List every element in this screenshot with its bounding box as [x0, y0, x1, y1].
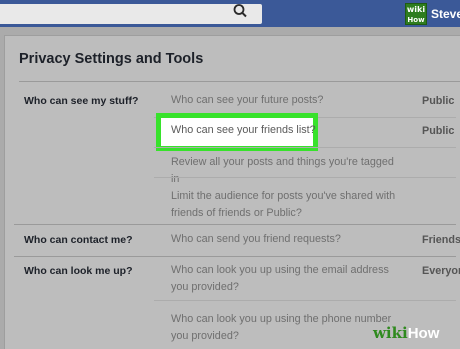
- section-label-see-my-stuff: Who can see my stuff?: [24, 95, 139, 107]
- page-title: Privacy Settings and Tools: [19, 51, 204, 67]
- wikihow-watermark: wikiHow: [373, 324, 439, 342]
- setting-review-posts-question[interactable]: Review all your posts and things you're …: [171, 154, 401, 188]
- avatar-badge-text-top: wiki: [406, 5, 426, 14]
- watermark-part-wiki: wiki: [373, 324, 408, 342]
- section-label-contact-me: Who can contact me?: [24, 234, 133, 246]
- setting-phone-lookup-question[interactable]: Who can look you up using the phone numb…: [171, 311, 401, 345]
- row-divider: [154, 177, 456, 178]
- setting-friends-list-question[interactable]: Who can see your friends list?: [171, 124, 316, 136]
- setting-friend-requests-question[interactable]: Who can send you friend requests?: [171, 231, 401, 248]
- row-divider: [154, 147, 456, 148]
- setting-future-posts-value[interactable]: Public: [422, 95, 454, 107]
- setting-limit-audience-question[interactable]: Limit the audience for posts you've shar…: [171, 188, 401, 222]
- top-navigation-bar: wiki How Steve: [0, 0, 460, 27]
- setting-friend-requests-value[interactable]: Friends: [422, 234, 460, 246]
- section-divider: [14, 224, 456, 225]
- row-divider: [154, 300, 456, 301]
- search-icon[interactable]: [232, 3, 250, 18]
- profile-avatar[interactable]: wiki How: [405, 3, 427, 25]
- section-label-look-me-up: Who can look me up?: [24, 265, 133, 277]
- watermark-part-how: How: [407, 325, 440, 342]
- setting-future-posts-question[interactable]: Who can see your future posts?: [171, 92, 401, 109]
- section-divider: [14, 256, 456, 257]
- search-input[interactable]: [0, 4, 262, 24]
- avatar-badge-text-bottom: How: [407, 16, 425, 24]
- title-divider: [19, 81, 460, 82]
- profile-name-link[interactable]: Steve: [431, 7, 460, 21]
- setting-email-lookup-value[interactable]: Everyone: [422, 265, 460, 277]
- setting-friends-list-value[interactable]: Public: [422, 125, 454, 137]
- setting-email-lookup-question[interactable]: Who can look you up using the email addr…: [171, 262, 401, 296]
